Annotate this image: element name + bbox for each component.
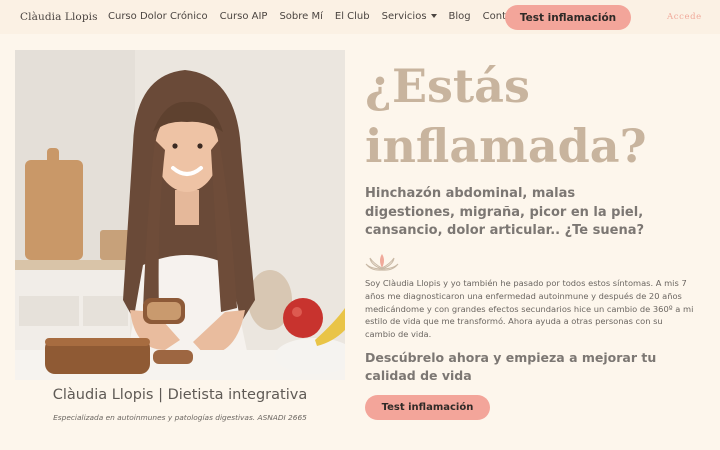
chevron-down-icon <box>430 14 437 18</box>
hero-title-line-2: inflamada? <box>365 119 647 173</box>
hero-discover-heading: Descúbrelo ahora y empieza a mejorar tu … <box>365 350 657 383</box>
login-link[interactable]: Accede <box>667 12 702 22</box>
nav-item-blog[interactable]: Blog <box>449 11 471 22</box>
hero-caption-subtitle: Especializada en autoinmunes y patología… <box>53 413 307 422</box>
hero-photo-illustration <box>15 50 345 380</box>
top-navigation: Clàudia Llopis Curso Dolor Crónico Curso… <box>0 0 720 34</box>
nav-item-el-club[interactable]: El Club <box>335 11 370 22</box>
main-menu: Curso Dolor Crónico Curso AIP Sobre Mí E… <box>108 11 540 22</box>
nav-item-curso-dolor-cronico[interactable]: Curso Dolor Crónico <box>108 11 208 22</box>
hero-title-line-1: ¿Estás <box>365 59 530 113</box>
hero-intro: Hinchazón abdominal, malas digestiones, … <box>365 186 645 238</box>
hero-photo <box>15 50 345 380</box>
nav-item-servicios-label: Servicios <box>381 11 427 22</box>
hero-bio: Soy Clàudia Llopis y yo también he pasad… <box>365 278 694 340</box>
hero-caption-name: Clàudia Llopis | Dietista integrativa <box>52 387 308 403</box>
nav-test-inflamacion-button[interactable]: Test inflamación <box>505 5 631 30</box>
brand-logo[interactable]: Clàudia Llopis <box>20 11 98 23</box>
hero-title: ¿Estás inflamada? <box>365 56 695 176</box>
lotus-icon <box>365 254 399 271</box>
hero-test-inflamacion-button[interactable]: Test inflamación <box>365 395 490 420</box>
nav-item-servicios[interactable]: Servicios <box>382 11 437 22</box>
nav-item-sobre-mi[interactable]: Sobre Mí <box>279 11 322 22</box>
nav-item-curso-aip[interactable]: Curso AIP <box>220 11 268 22</box>
